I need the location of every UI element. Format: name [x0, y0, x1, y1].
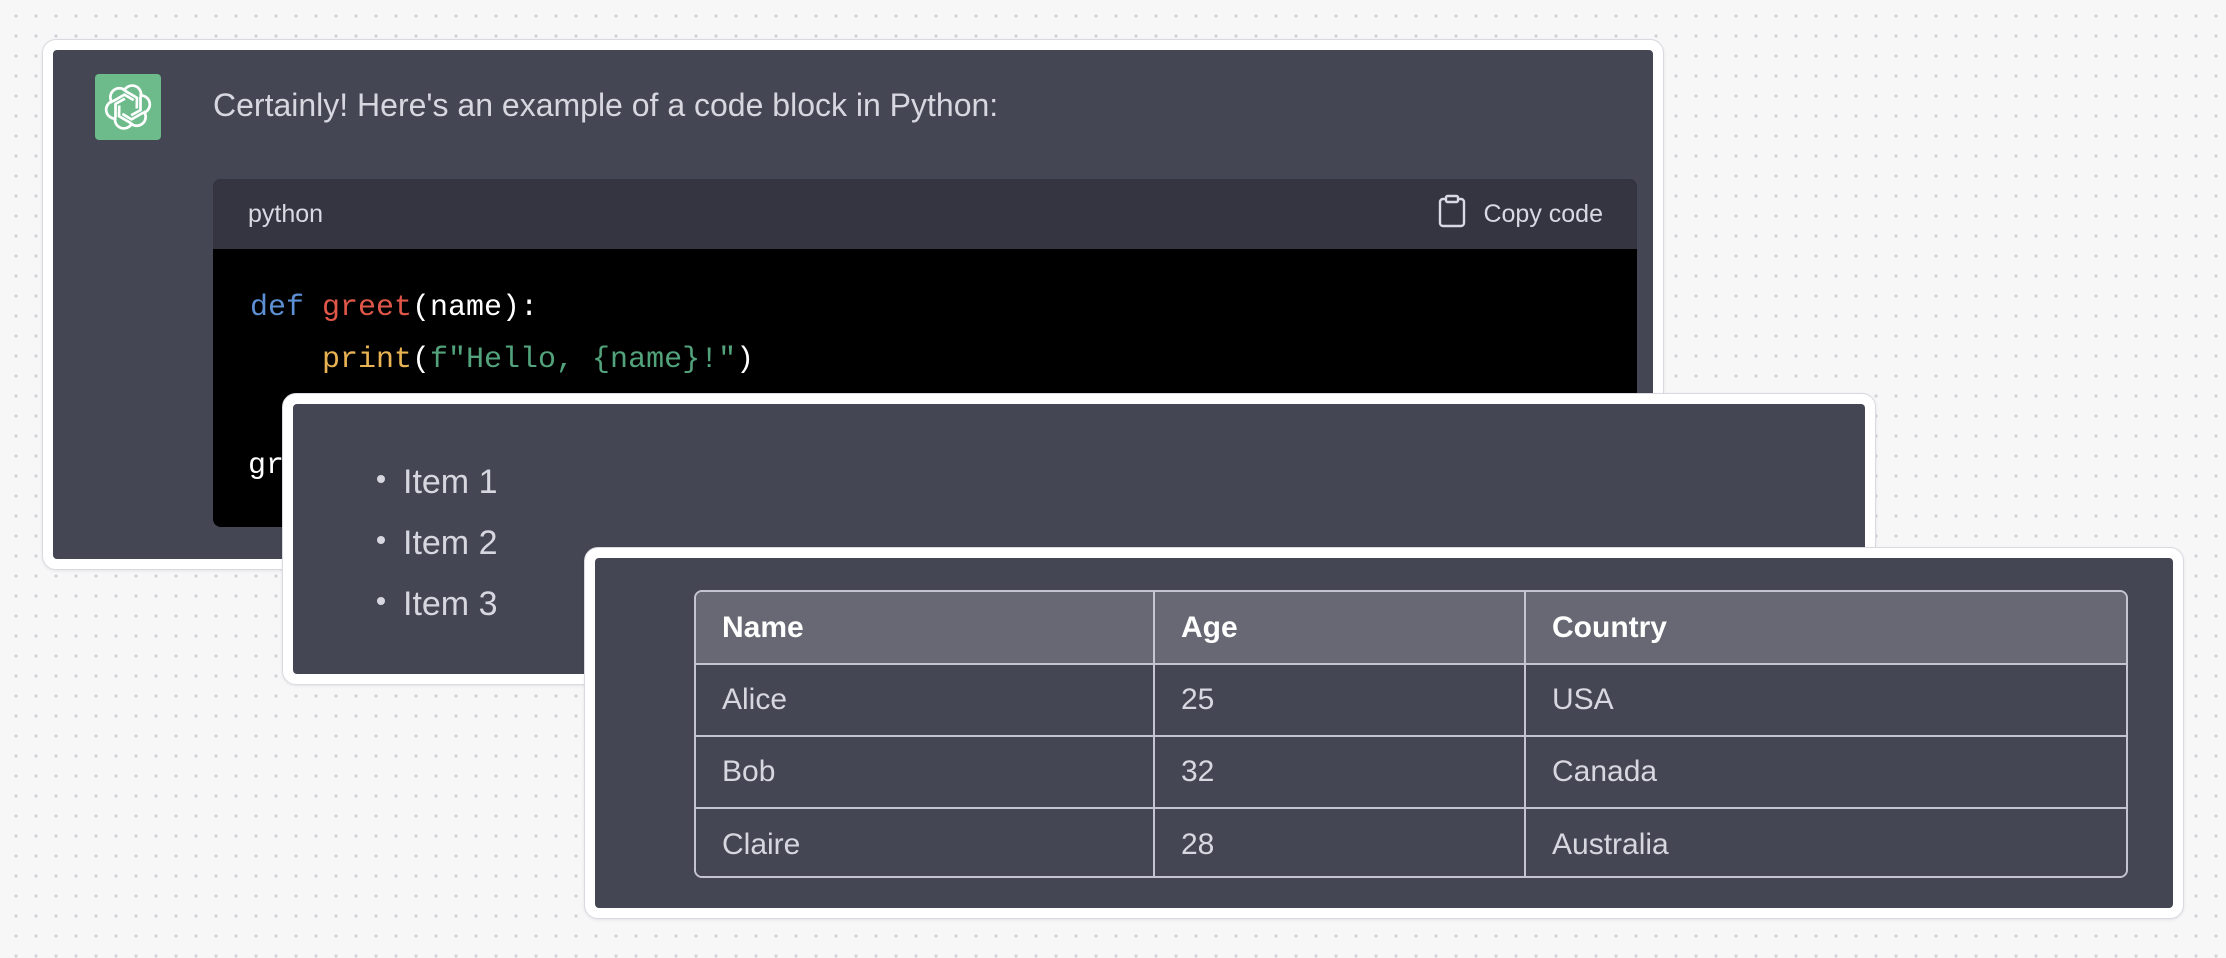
list-item-text: Item 2	[403, 524, 498, 562]
copy-code-label: Copy code	[1483, 199, 1603, 228]
code-text: (	[412, 343, 431, 377]
list-item-text: Item 1	[403, 463, 498, 501]
code-text: gr	[248, 449, 285, 483]
bullet-icon	[377, 597, 385, 605]
bullet-icon	[377, 536, 385, 544]
table-cell: Canada	[1525, 736, 2126, 809]
table-header-country: Country	[1525, 592, 2126, 665]
table-header-age: Age	[1154, 592, 1526, 665]
list-item: Item 2	[377, 523, 498, 584]
table-cell: Alice	[696, 664, 1155, 737]
table-panel: Name Age Country Alice 25 USA Bob 32 Can…	[595, 558, 2173, 908]
code-line: gr	[248, 449, 284, 483]
table-card: Name Age Country Alice 25 USA Bob 32 Can…	[584, 547, 2184, 919]
code-line: print(f"Hello, {name}!")	[322, 343, 754, 377]
code-block-header: python Copy code	[213, 179, 1637, 249]
bullet-icon	[377, 475, 385, 483]
table-cell: 28	[1154, 808, 1526, 876]
copy-code-button[interactable]: Copy code	[1437, 194, 1603, 235]
data-table: Name Age Country Alice 25 USA Bob 32 Can…	[694, 590, 2128, 878]
code-language-label: python	[248, 200, 324, 228]
code-builtin: print	[322, 343, 413, 377]
openai-logo-icon	[95, 74, 161, 140]
table-cell: Bob	[696, 736, 1155, 809]
table-cell: Claire	[696, 808, 1155, 876]
clipboard-icon	[1437, 194, 1467, 235]
table-cell: USA	[1525, 664, 2126, 737]
assistant-message-text: Certainly! Here's an example of a code b…	[213, 87, 999, 123]
list-item: Item 3	[377, 584, 498, 645]
table-row: Alice 25 USA	[696, 664, 2126, 737]
table-row: Bob 32 Canada	[696, 736, 2126, 809]
table-header-row: Name Age Country	[696, 592, 2126, 665]
table-header-name: Name	[696, 592, 1155, 665]
code-text: (name):	[412, 291, 539, 325]
list-item: Item 1	[377, 462, 498, 523]
code-function-name: greet	[322, 291, 413, 325]
code-line: def greet(name):	[250, 291, 538, 325]
bullet-list: Item 1 Item 2 Item 3	[377, 462, 498, 645]
code-text: )	[736, 343, 755, 377]
code-keyword: def	[250, 291, 305, 325]
list-item-text: Item 3	[403, 585, 498, 623]
code-string: f"Hello, {name}!"	[430, 343, 737, 377]
table-cell: 32	[1154, 736, 1526, 809]
table-row: Claire 28 Australia	[696, 808, 2126, 876]
table-cell: 25	[1154, 664, 1526, 737]
table-cell: Australia	[1525, 808, 2126, 876]
